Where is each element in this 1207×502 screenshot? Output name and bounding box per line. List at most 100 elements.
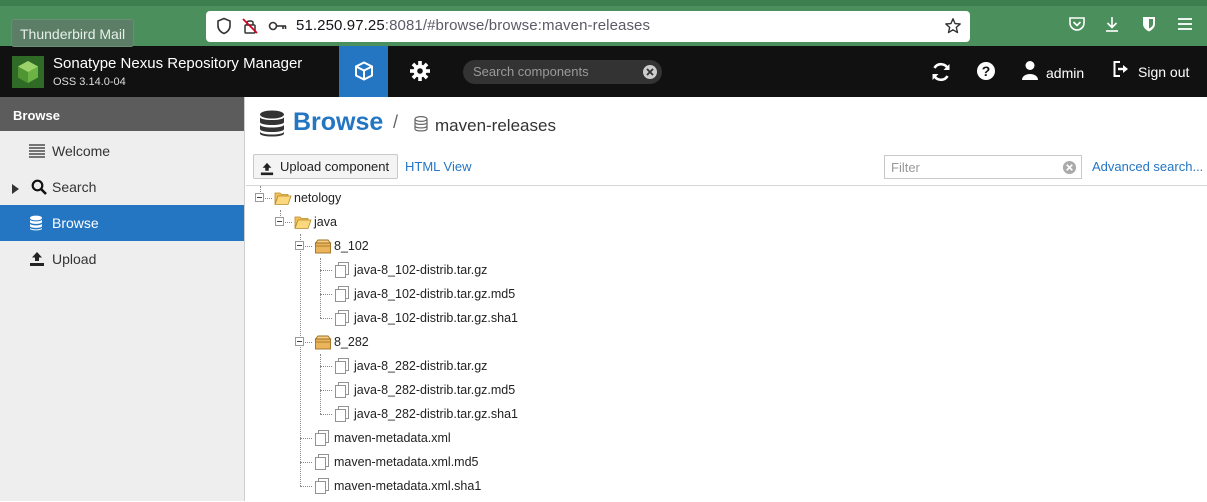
- gear-icon: [408, 61, 432, 87]
- user-name: admin: [1046, 64, 1085, 81]
- tree-folder-node[interactable]: java: [292, 210, 692, 234]
- sidebar-title: Browse: [0, 97, 244, 131]
- list-icon: [29, 143, 45, 162]
- filter-box[interactable]: [884, 155, 1082, 179]
- sidebar-item-upload[interactable]: Upload: [0, 241, 244, 277]
- help-button[interactable]: ?: [976, 61, 996, 86]
- tree-file-node[interactable]: java-8_282-distrib.tar.gz.sha1: [332, 402, 732, 426]
- database-icon: [29, 215, 43, 234]
- breadcrumb-separator: /: [393, 112, 399, 132]
- search-components-input[interactable]: [473, 60, 643, 84]
- bitwarden-icon[interactable]: [1140, 15, 1158, 38]
- shield-icon[interactable]: [215, 17, 233, 40]
- menu-icon[interactable]: [1176, 15, 1194, 38]
- sidebar-item-browse[interactable]: Browse: [0, 205, 244, 241]
- breadcrumb-repository: maven-releases: [435, 116, 556, 135]
- main-panel: Browse / maven-releases Upload component…: [246, 97, 1207, 501]
- taskbar-tooltip: Thunderbird Mail: [11, 19, 135, 47]
- tree-node-label: java-8_102-distrib.tar.gz: [354, 263, 488, 277]
- tree-connector-line: [320, 294, 332, 295]
- user-icon: [1022, 60, 1038, 85]
- app-version: OSS 3.14.0-04: [53, 76, 126, 88]
- tree-connector-line: [300, 462, 312, 463]
- upload-component-button[interactable]: Upload component: [253, 154, 399, 179]
- tree-connector-line: [320, 414, 332, 415]
- sign-out-label: Sign out: [1138, 63, 1190, 80]
- sidebar-item-search[interactable]: Search: [0, 169, 244, 205]
- tree-node-label: netology: [294, 191, 342, 205]
- tree-file-node[interactable]: java-8_102-distrib.tar.gz.md5: [332, 282, 732, 306]
- tree-file-node[interactable]: java-8_102-distrib.tar.gz.sha1: [332, 306, 732, 330]
- sidebar: Browse Welcome Search Browse Upload: [0, 97, 245, 501]
- tree-collapse-toggle[interactable]: [275, 217, 284, 226]
- url-text[interactable]: 51.250.97.25:8081/#browse/browse:maven-r…: [296, 17, 650, 34]
- browser-toolbar: Thunderbird Mail 51.250.97.25:8081/#brow…: [0, 0, 1207, 47]
- cube-icon: [354, 61, 374, 86]
- tree-folder-node[interactable]: 8_102: [312, 234, 712, 258]
- search-components-box[interactable]: [463, 60, 662, 84]
- tree-node-label: 8_282: [334, 335, 369, 349]
- tree-connector-line: [300, 486, 312, 487]
- browse-mode-button[interactable]: [339, 46, 388, 97]
- administration-mode-button[interactable]: [408, 59, 432, 88]
- database-icon: [259, 110, 285, 143]
- downloads-icon[interactable]: [1103, 15, 1121, 38]
- tree-collapse-toggle[interactable]: [255, 193, 264, 202]
- sidebar-item-welcome[interactable]: Welcome: [0, 133, 244, 169]
- tree-file-node[interactable]: java-8_282-distrib.tar.gz.md5: [332, 378, 732, 402]
- url-path: :8081/#browse/browse:maven-releases: [384, 17, 651, 34]
- pocket-icon[interactable]: [1068, 15, 1086, 38]
- tree-collapse-toggle[interactable]: [295, 337, 304, 346]
- insecure-lock-icon[interactable]: [241, 17, 259, 40]
- upload-icon: [29, 251, 45, 270]
- tree-connector-line: [320, 318, 332, 319]
- tree-connector-line: [300, 234, 301, 486]
- tree-connector-line: [320, 390, 332, 391]
- nexus-logo-icon[interactable]: [12, 56, 44, 88]
- tree-file-node[interactable]: maven-metadata.xml: [312, 426, 712, 450]
- advanced-search-link[interactable]: Advanced search...: [1092, 159, 1203, 174]
- tree-folder-node[interactable]: netology: [272, 186, 672, 210]
- clear-filter-icon[interactable]: [1062, 160, 1077, 180]
- upload-component-label: Upload component: [280, 159, 390, 174]
- tree-node-label: java-8_282-distrib.tar.gz.sha1: [354, 407, 518, 421]
- tree-node-label: maven-metadata.xml.sha1: [334, 479, 482, 493]
- tree-connector-line: [320, 270, 332, 271]
- tree-node-label: java-8_282-distrib.tar.gz.md5: [354, 383, 516, 397]
- breadcrumb-browse-link[interactable]: Browse: [293, 108, 383, 137]
- component-icon: [314, 238, 332, 262]
- tree-node-label: java: [314, 215, 337, 229]
- sidebar-item-label: Welcome: [52, 143, 111, 159]
- sign-out-button[interactable]: Sign out: [1112, 60, 1189, 83]
- tree-file-node[interactable]: maven-metadata.xml.sha1: [312, 474, 712, 498]
- tree-node-label: 8_102: [334, 239, 369, 253]
- tree-connector-line: [320, 366, 332, 367]
- refresh-button[interactable]: [930, 61, 952, 88]
- repository-icon: [414, 115, 428, 137]
- tree-node-label: maven-metadata.xml: [334, 431, 451, 445]
- file-icon: [314, 478, 330, 502]
- app-title: Sonatype Nexus Repository Manager: [53, 55, 303, 72]
- bookmark-star-icon[interactable]: [944, 17, 962, 40]
- tree-connector-line: [300, 438, 312, 439]
- sidebar-item-label: Search: [52, 179, 97, 195]
- expand-caret-icon[interactable]: [12, 181, 20, 197]
- tree-file-node[interactable]: java-8_282-distrib.tar.gz: [332, 354, 732, 378]
- tree-node-label: java-8_282-distrib.tar.gz: [354, 359, 488, 373]
- clear-search-icon[interactable]: [642, 64, 658, 85]
- tree-file-node[interactable]: java-8_102-distrib.tar.gz: [332, 258, 732, 282]
- browser-tab-strip: [0, 0, 1207, 6]
- tree-node-label: maven-metadata.xml.md5: [334, 455, 479, 469]
- html-view-link[interactable]: HTML View: [405, 159, 471, 174]
- filter-input[interactable]: [891, 156, 1051, 178]
- tree-file-node[interactable]: maven-metadata.xml.md5: [312, 450, 712, 474]
- tree-node-label: java-8_102-distrib.tar.gz.md5: [354, 287, 516, 301]
- tree-collapse-toggle[interactable]: [295, 241, 304, 250]
- tree-connector-line: [320, 354, 321, 414]
- upload-icon: [260, 160, 274, 183]
- address-bar[interactable]: 51.250.97.25:8081/#browse/browse:maven-r…: [206, 11, 970, 42]
- key-icon[interactable]: [268, 18, 288, 39]
- sidebar-item-label: Browse: [52, 215, 99, 231]
- user-menu-button[interactable]: admin: [1022, 60, 1084, 85]
- tree-folder-node[interactable]: 8_282: [312, 330, 712, 354]
